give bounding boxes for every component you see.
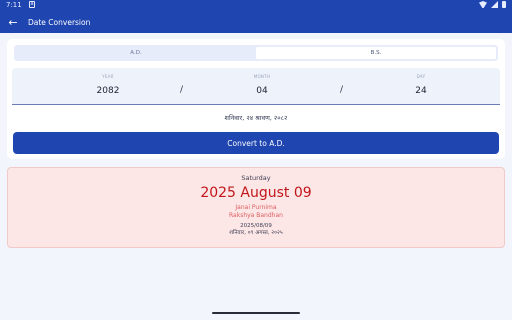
year-field[interactable]: YEAR 2082: [68, 74, 148, 96]
status-indicators: [479, 1, 506, 8]
result-weekday: Saturday: [241, 174, 271, 182]
back-arrow-icon[interactable]: ←: [2, 11, 24, 33]
selected-date-nepali: शनिवार, २४ श्रावण, २०८२: [224, 114, 288, 122]
status-time: 7:11: [6, 1, 22, 9]
month-label: MONTH: [253, 74, 271, 79]
result-date: 2025 August 09: [200, 185, 312, 201]
date-input-group: YEAR 2082 / MONTH 04 / DAY 24: [12, 68, 500, 105]
result-event: Rakshya Bandhan: [229, 212, 283, 219]
top-app-bar: 7:11 a ← Date Conversion: [0, 0, 512, 33]
result-nepali-date: शनिवार, ०९ अगस्त, २०२५: [229, 230, 283, 236]
day-label: DAY: [416, 74, 426, 79]
year-value[interactable]: 2082: [68, 86, 148, 96]
day-value[interactable]: 24: [381, 86, 461, 96]
result-event: Janai Purnima: [235, 204, 277, 211]
wifi-icon: [479, 1, 487, 8]
battery-icon: [502, 1, 506, 8]
notification-icon: a: [29, 1, 35, 8]
convert-button[interactable]: Convert to A.D.: [13, 132, 499, 154]
month-value[interactable]: 04: [222, 86, 302, 96]
app-bar: ← Date Conversion: [0, 11, 512, 33]
date-separator: /: [340, 85, 344, 95]
result-card: Saturday 2025 August 09 Janai Purnima Ra…: [7, 167, 505, 248]
calendar-type-toggle: A.D. B.S.: [14, 45, 498, 61]
signal-icon: [491, 1, 498, 8]
tab-bs[interactable]: B.S.: [256, 47, 496, 59]
page-title: Date Conversion: [28, 17, 91, 27]
month-field[interactable]: MONTH 04: [222, 74, 302, 96]
day-field[interactable]: DAY 24: [381, 74, 461, 96]
year-label: YEAR: [102, 74, 114, 79]
date-separator: /: [180, 85, 184, 95]
tab-ad[interactable]: A.D.: [16, 47, 256, 59]
status-bar: 7:11 a: [0, 0, 512, 11]
gesture-nav-handle[interactable]: [212, 312, 300, 314]
conversion-card: A.D. B.S. YEAR 2082 / MONTH 04 / DAY 24 …: [7, 39, 505, 159]
result-numeric-date: 2025/08/09: [240, 223, 272, 229]
